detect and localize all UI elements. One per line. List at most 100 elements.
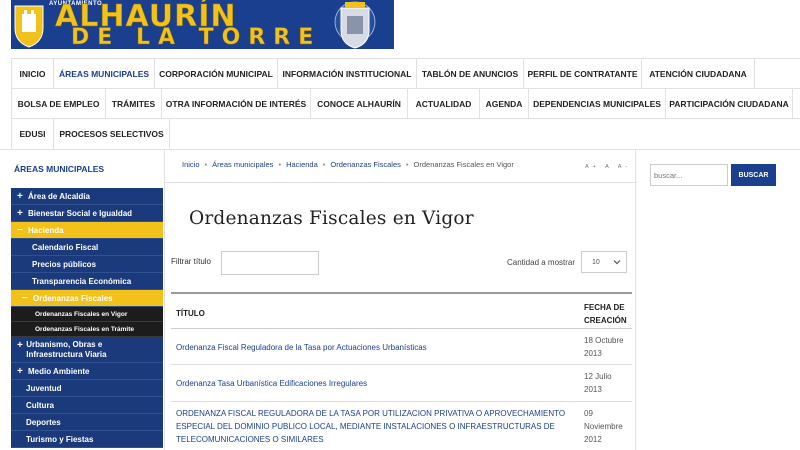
sidebar-item-label: Cultura xyxy=(26,400,54,410)
sidebar-item-transparencia[interactable]: Transparencia Económica xyxy=(11,273,163,290)
sidebar-item-bienestar[interactable]: + Bienestar Social e Igualdad xyxy=(11,205,163,222)
coat-of-arms-crest xyxy=(317,0,394,49)
ordinance-link[interactable]: ORDENANZA FISCAL REGULADORA DE LA TASA P… xyxy=(176,407,571,446)
sidebar-item-ordenanzas[interactable]: − Ordenanzas Fiscales xyxy=(11,290,163,307)
sidebar-title: ÁREAS MUNICIPALES xyxy=(14,164,105,174)
sidebar-item-label: Urbanismo, Obras e Infraestructura Viari… xyxy=(26,339,107,359)
sidebar-item-label: Hacienda xyxy=(28,225,64,235)
nav-item-actualidad[interactable]: ACTUALIDAD xyxy=(408,89,480,119)
page-title: Ordenanzas Fiscales en Vigor xyxy=(189,208,474,229)
ordinance-link[interactable]: Ordenanza Tasa Urbanística Edificaciones… xyxy=(176,377,571,390)
plus-icon: + xyxy=(17,207,23,219)
date-line: 2013 xyxy=(584,385,602,394)
column-header-date-line2: CREACIÓN xyxy=(584,316,627,325)
nav-item-areas-municipales[interactable]: ÁREAS MUNICIPALES xyxy=(54,59,155,89)
breadcrumb-areas[interactable]: Áreas municipales xyxy=(212,160,273,169)
breadcrumb-separator: • xyxy=(204,160,208,169)
filter-label: Filtrar título xyxy=(171,257,212,266)
column-header-date-line1: FECHA DE xyxy=(584,303,625,312)
plus-icon: + xyxy=(17,340,23,351)
breadcrumb-current: Ordenanzas Fiscales en Vigor xyxy=(413,160,514,169)
nav-item-agenda[interactable]: AGENDA xyxy=(480,89,529,119)
sidebar-item-turismo[interactable]: Turismo y Fiestas xyxy=(11,431,163,448)
breadcrumb-hacienda[interactable]: Hacienda xyxy=(286,160,318,169)
table-header: TÍTULO FECHA DE CREACIÓN xyxy=(171,292,632,329)
nav-item-dependencias[interactable]: DEPENDENCIAS MUNICIPALES xyxy=(529,89,666,119)
sidebar-item-hacienda[interactable]: − Hacienda xyxy=(11,222,163,239)
sidebar-item-label: Deportes xyxy=(26,417,61,427)
date-line: 2013 xyxy=(584,349,602,358)
ordinance-link[interactable]: Ordenanza Fiscal Reguladora de la Tasa p… xyxy=(176,341,571,354)
search-button[interactable]: BUSCAR xyxy=(731,164,776,186)
nav-item-informacion[interactable]: INFORMACIÓN INSTITUCIONAL xyxy=(278,59,417,89)
minus-icon: − xyxy=(22,292,28,304)
ordinance-date: 09 Noviembre 2012 xyxy=(584,407,632,446)
main-content: Inicio • Áreas municipales • Hacienda • Ordena… xyxy=(164,150,637,450)
minus-icon: − xyxy=(17,224,23,236)
sidebar-item-ordenanzas-vigor[interactable]: Ordenanzas Fiscales en Vigor xyxy=(11,307,163,322)
nav-item-tramites[interactable]: TRÁMITES xyxy=(106,89,162,119)
sidebar-item-precios-publicos[interactable]: Precios públicos xyxy=(11,256,163,273)
date-line: Noviembre xyxy=(584,422,623,431)
header-title-line2: DE LA TORRE xyxy=(71,25,322,49)
plus-icon: + xyxy=(17,190,23,202)
nav-item-corporacion[interactable]: CORPORACIÓN MUNICIPAL xyxy=(155,59,278,89)
breadcrumb-separator: • xyxy=(405,160,409,169)
nav-item-atencion[interactable]: ATENCIÓN CIUDADANA xyxy=(642,59,755,89)
font-size-controls[interactable]: A+ A A- xyxy=(585,164,631,170)
display-count-value: 10 xyxy=(592,258,600,266)
plus-icon: + xyxy=(17,365,23,377)
date-line: 18 Octubre xyxy=(584,336,624,345)
nav-item-procesos[interactable]: PROCESOS SELECTIVOS xyxy=(54,119,170,149)
search-input[interactable] xyxy=(650,164,728,186)
sidebar-item-juventud[interactable]: Juventud xyxy=(11,380,163,397)
nav-item-tablon[interactable]: TABLÓN DE ANUNCIOS xyxy=(417,59,524,89)
sidebar: ÁREAS MUNICIPALES + Área de Alcaldía + B… xyxy=(11,150,163,448)
sidebar-item-label: Ordenanzas Fiscales xyxy=(33,293,113,303)
sidebar-item-cultura[interactable]: Cultura xyxy=(11,397,163,414)
sidebar-item-label: Transparencia Económica xyxy=(32,276,132,286)
sidebar-item-label: Medio Ambiente xyxy=(28,366,90,376)
sidebar-item-ordenanzas-tramite[interactable]: Ordenanzas Fiscales en Trámite xyxy=(11,322,163,337)
ordinance-date: 18 Octubre 2013 xyxy=(584,334,632,360)
sidebar-item-label: Ordenanzas Fiscales en Trámite xyxy=(35,325,134,333)
main-nav: INICIO ÁREAS MUNICIPALES CORPORACIÓN MUN… xyxy=(11,59,800,149)
breadcrumb-inicio[interactable]: Inicio xyxy=(182,160,200,169)
breadcrumb-divider xyxy=(165,182,637,183)
breadcrumb-ordenanzas[interactable]: Ordenanzas Fiscales xyxy=(330,160,400,169)
sidebar-item-label: Precios públicos xyxy=(32,259,97,269)
date-line: 09 xyxy=(584,409,593,418)
nav-item-conoce[interactable]: CONOCE ALHAURÍN xyxy=(311,89,408,119)
sidebar-item-alcaldia[interactable]: + Área de Alcaldía xyxy=(11,188,163,205)
sidebar-item-deportes[interactable]: Deportes xyxy=(11,414,163,431)
nav-item-bolsa-empleo[interactable]: BOLSA DE EMPLEO xyxy=(11,89,106,119)
column-header-date[interactable]: FECHA DE CREACIÓN xyxy=(584,301,632,327)
chevron-down-icon xyxy=(613,258,621,268)
nav-row-1: INICIO ÁREAS MUNICIPALES CORPORACIÓN MUN… xyxy=(11,59,800,89)
nav-item-participacion[interactable]: PARTICIPACIÓN CIUDADANA xyxy=(666,89,793,119)
table-row: Ordenanza Fiscal Reguladora de la Tasa p… xyxy=(171,329,632,365)
sidebar-item-medio-ambiente[interactable]: + Medio Ambiente xyxy=(11,363,163,380)
breadcrumb-separator: • xyxy=(278,160,282,169)
sidebar-item-label: Calendario Fiscal xyxy=(32,242,99,252)
date-line: 2012 xyxy=(584,435,602,444)
breadcrumb-separator: • xyxy=(322,160,326,169)
sidebar-item-calendario-fiscal[interactable]: Calendario Fiscal xyxy=(11,239,163,256)
sidebar-item-label: Ordenanzas Fiscales en Vigor xyxy=(35,310,128,318)
nav-item-edusi[interactable]: EDUSI xyxy=(11,119,54,149)
table-row: Ordenanza Tasa Urbanística Edificaciones… xyxy=(171,365,632,402)
nav-item-inicio[interactable]: INICIO xyxy=(11,59,54,89)
display-count-select[interactable]: 10 xyxy=(581,251,627,273)
sidebar-menu: + Área de Alcaldía + Bienestar Social e … xyxy=(11,188,163,448)
site-banner[interactable]: AYUNTAMIENTO ALHAURÍN DE LA TORRE xyxy=(11,0,394,49)
filter-title-input[interactable] xyxy=(221,251,319,275)
nav-item-perfil[interactable]: PERFIL DE CONTRATANTE xyxy=(524,59,642,89)
table-row: ORDENANZA FISCAL REGULADORA DE LA TASA P… xyxy=(171,402,632,450)
coat-of-arms-left xyxy=(11,0,47,49)
sidebar-item-label: Bienestar Social e Igualdad xyxy=(28,208,133,218)
date-line: 12 Julio xyxy=(584,372,612,381)
nav-row-2: BOLSA DE EMPLEO TRÁMITES OTRA INFORMACIÓ… xyxy=(11,89,800,119)
column-header-title[interactable]: TÍTULO xyxy=(176,309,205,318)
sidebar-item-urbanismo[interactable]: + Urbanismo, Obras e Infraestructura Via… xyxy=(11,337,163,363)
nav-item-otra-informacion[interactable]: OTRA INFORMACIÓN DE INTERÉS xyxy=(162,89,311,119)
